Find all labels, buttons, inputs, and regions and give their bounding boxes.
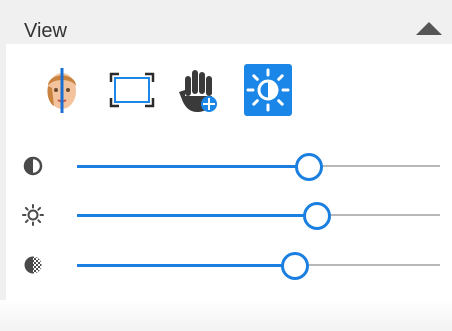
face-split-button[interactable]	[38, 64, 86, 116]
transparency-slider-fill	[77, 263, 295, 267]
pan-tool-button[interactable]	[174, 64, 222, 116]
contrast-icon	[23, 156, 43, 176]
brightness-adjust-icon	[246, 68, 290, 112]
hand-pan-icon	[179, 70, 217, 112]
transparency-slider-track[interactable]	[77, 252, 440, 280]
brightness-slider-thumb[interactable]	[302, 202, 331, 230]
brightness-adjust-button[interactable]	[244, 64, 292, 116]
brightness-slider-track[interactable]	[77, 202, 440, 230]
panel-title: View	[24, 20, 67, 42]
panel-bottom-area	[0, 300, 452, 331]
transparency-icon	[24, 256, 42, 274]
brightness-slider-row	[22, 200, 440, 230]
contrast-slider-thumb[interactable]	[295, 153, 324, 181]
contrast-slider-row	[22, 151, 440, 181]
brightness-slider-fill	[77, 213, 317, 217]
transparency-slider-row	[22, 250, 440, 280]
panel-header: View	[0, 0, 452, 44]
view-panel: View	[0, 0, 452, 331]
transparency-slider-thumb[interactable]	[280, 252, 309, 280]
contrast-slider-fill	[77, 164, 310, 168]
fit-frame-icon	[109, 72, 155, 108]
fit-frame-button[interactable]	[108, 64, 156, 116]
triangle-up-icon	[416, 22, 442, 35]
collapse-panel-button[interactable]	[415, 20, 443, 38]
brightness-icon	[22, 204, 44, 226]
face-split-icon	[47, 68, 76, 113]
contrast-slider-track[interactable]	[77, 153, 440, 181]
panel-left-border	[0, 44, 6, 331]
